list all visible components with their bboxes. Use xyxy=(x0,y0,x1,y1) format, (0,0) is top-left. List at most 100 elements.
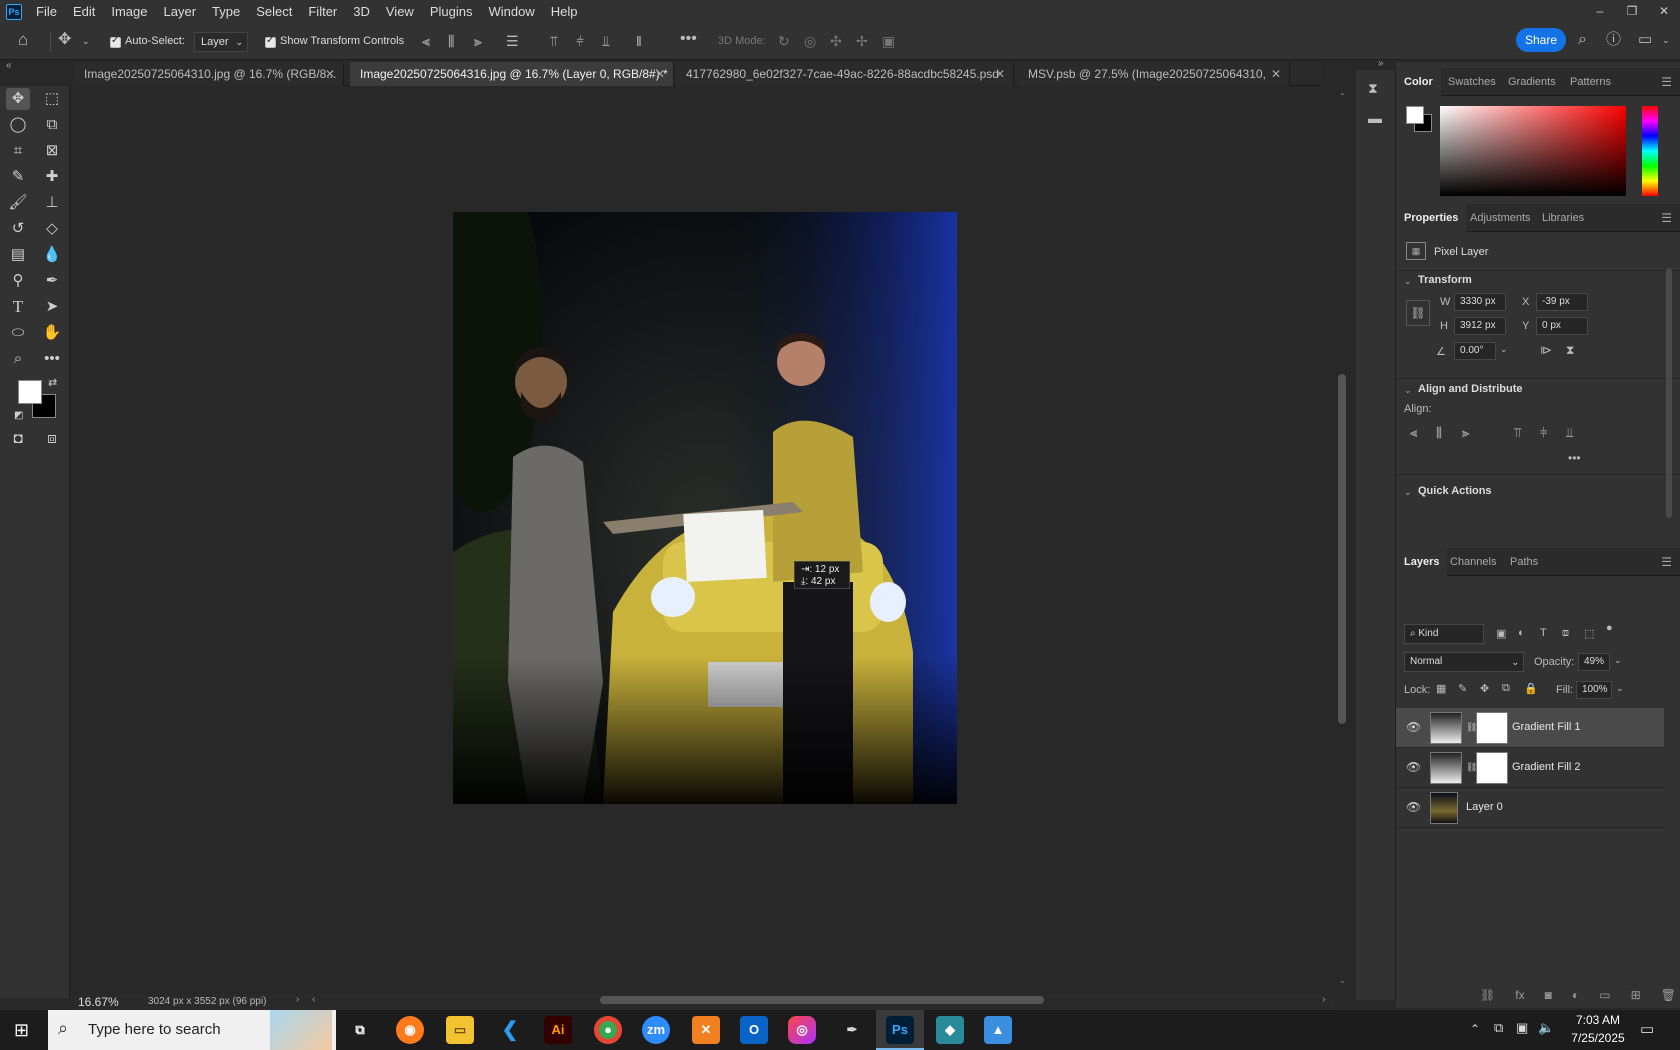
color-field[interactable] xyxy=(1440,106,1626,196)
more-options-icon[interactable]: ••• xyxy=(1568,451,1581,465)
tab-channels[interactable]: Channels xyxy=(1442,548,1504,576)
vertical-scroll-thumb[interactable] xyxy=(1338,374,1346,724)
align-right-icon[interactable]: ⫸ xyxy=(474,33,482,49)
tab-properties[interactable]: Properties xyxy=(1396,204,1467,232)
align-middle-v-icon[interactable]: ⫩ xyxy=(576,33,584,49)
photoshop-taskbar-icon[interactable]: Ps xyxy=(886,1016,914,1044)
search-icon[interactable]: ⌕ xyxy=(1578,32,1587,48)
width-field[interactable]: 3330 px xyxy=(1454,293,1506,311)
menu-window[interactable]: Window xyxy=(480,0,542,24)
ellipse-tool-icon[interactable]: ⬭ xyxy=(6,322,30,344)
align-center-h-icon[interactable]: ⫼ xyxy=(448,33,454,49)
scroll-down-icon[interactable]: ⌄ xyxy=(1339,976,1346,985)
tab-libraries[interactable]: Libraries xyxy=(1534,204,1592,232)
adjustment-layer-icon[interactable]: ◐ xyxy=(1572,988,1579,1004)
swap-colors-icon[interactable]: ⇄ xyxy=(48,376,57,389)
document-canvas[interactable] xyxy=(453,212,957,804)
align-section-title[interactable]: Align and Distribute xyxy=(1418,383,1523,395)
menu-plugins[interactable]: Plugins xyxy=(422,0,481,24)
new-layer-icon[interactable]: ⊞ xyxy=(1631,988,1641,1004)
creative-cloud-icon[interactable]: ◎ xyxy=(788,1016,816,1044)
tab-gradients[interactable]: Gradients xyxy=(1500,68,1564,96)
mask-thumbnail[interactable] xyxy=(1476,752,1508,784)
align-top-icon[interactable]: ⫪ xyxy=(550,33,558,49)
filter-toggle-icon[interactable]: ● xyxy=(1606,622,1613,634)
vertical-scrollbar[interactable]: ⌃ ⌄ xyxy=(1337,92,1347,992)
home-icon[interactable]: ⌂ xyxy=(18,31,28,48)
lock-all-icon[interactable]: 🔒 xyxy=(1524,682,1538,695)
notifications-icon[interactable]: ▭ xyxy=(1640,1020,1654,1038)
menu-select[interactable]: Select xyxy=(248,0,300,24)
chrome-icon[interactable]: ● xyxy=(594,1016,622,1044)
tab-document-3[interactable]: 417762980_6e02f327-7cae-49ac-8226-88acdb… xyxy=(676,62,1014,86)
zoom-tool-icon[interactable]: ⌕ xyxy=(6,348,30,370)
tab-paths[interactable]: Paths xyxy=(1502,548,1546,576)
screen-mode-icon[interactable]: ⧈ xyxy=(40,428,64,450)
angle-field[interactable]: 0.00° xyxy=(1454,342,1496,360)
zoom-icon[interactable]: zm xyxy=(642,1016,670,1044)
close-window-icon[interactable]: ✕ xyxy=(1648,0,1680,24)
properties-scrollbar[interactable] xyxy=(1666,268,1672,518)
horizontal-scroll-thumb[interactable] xyxy=(600,996,1044,1004)
marquee-tool-icon[interactable]: ⬚ xyxy=(40,88,64,110)
foreground-color-chip[interactable] xyxy=(1406,106,1424,124)
menu-file[interactable]: File xyxy=(28,0,65,24)
close-icon[interactable]: ✕ xyxy=(325,62,335,86)
fx-icon[interactable]: fx xyxy=(1515,988,1524,1004)
layer-kind-filter[interactable]: ⌕ Kind xyxy=(1404,624,1484,644)
restore-icon[interactable]: ❐ xyxy=(1616,0,1648,24)
firefox-icon[interactable]: ◉ xyxy=(396,1016,424,1044)
chevron-down-icon[interactable]: ⌄ xyxy=(1404,487,1412,498)
history-panel-icon[interactable]: ⧗ xyxy=(1368,80,1378,96)
comments-panel-icon[interactable]: ▬ xyxy=(1368,110,1382,126)
align-center-h-icon[interactable]: ⫼ xyxy=(1436,425,1442,441)
opacity-field[interactable]: 49% xyxy=(1578,653,1610,671)
close-icon[interactable]: ✕ xyxy=(995,62,1005,86)
delete-layer-icon[interactable]: 🗑 xyxy=(1661,988,1676,1004)
zoom-level[interactable]: 16.67% xyxy=(78,995,119,1009)
close-icon[interactable]: ✕ xyxy=(1271,62,1281,86)
filter-pixel-icon[interactable]: ▣ xyxy=(1496,627,1506,640)
vscode-icon[interactable]: ❮ xyxy=(496,1016,524,1044)
outlook-icon[interactable]: O xyxy=(740,1016,768,1044)
transform-section-title[interactable]: Transform xyxy=(1418,274,1472,286)
default-colors-icon[interactable]: ◩ xyxy=(14,410,23,421)
menu-3d[interactable]: 3D xyxy=(345,0,378,24)
gradient-tool-icon[interactable]: ▤ xyxy=(6,244,30,266)
tray-app-icon[interactable]: ⧉ xyxy=(1494,1020,1503,1036)
illustrator-icon[interactable]: Ai xyxy=(544,1016,572,1044)
new-group-icon[interactable]: ▭ xyxy=(1599,988,1610,1004)
visibility-eye-icon[interactable]: 👁 xyxy=(1406,760,1421,774)
dodge-tool-icon[interactable]: ⚲ xyxy=(6,270,30,292)
chevron-down-icon[interactable]: ⌄ xyxy=(1500,344,1508,355)
taskbar-time[interactable]: 7:03 AM xyxy=(1568,1013,1628,1027)
flip-horizontal-icon[interactable]: ⧐ xyxy=(1540,343,1552,357)
tab-swatches[interactable]: Swatches xyxy=(1440,68,1504,96)
x-field[interactable]: -39 px xyxy=(1536,293,1588,311)
tray-chevron-up-icon[interactable]: ⌃ xyxy=(1470,1022,1480,1036)
close-icon[interactable]: ✕ xyxy=(655,62,665,86)
blend-mode-dropdown[interactable]: Normal ⌄ xyxy=(1404,652,1524,672)
scroll-up-icon[interactable]: ⌃ xyxy=(1339,92,1346,101)
taskbar-date[interactable]: 7/25/2025 xyxy=(1564,1031,1632,1045)
quick-mask-icon[interactable]: ◘ xyxy=(6,428,30,450)
stamp-tool-icon[interactable]: ⊥ xyxy=(40,192,64,214)
chevron-right-icon[interactable]: › xyxy=(296,994,299,1005)
panel-menu-icon[interactable]: ☰ xyxy=(1661,555,1672,569)
tab-document-1[interactable]: Image20250725064310.jpg @ 16.7% (RGB/8..… xyxy=(74,62,344,86)
tab-color[interactable]: Color xyxy=(1396,68,1441,96)
move-tool-icon[interactable]: ✥ xyxy=(6,88,30,110)
help-icon[interactable]: ⓘ xyxy=(1606,32,1621,48)
lock-image-icon[interactable]: ✎ xyxy=(1458,682,1467,695)
app-diamond-icon[interactable]: ◆ xyxy=(936,1016,964,1044)
tab-adjustments[interactable]: Adjustments xyxy=(1462,204,1539,232)
lasso-tool-icon[interactable]: ◯ xyxy=(6,114,30,136)
share-button[interactable]: Share xyxy=(1516,28,1566,52)
windows-start-icon[interactable]: ⊞ xyxy=(14,1020,29,1041)
volume-icon[interactable]: 🔈 xyxy=(1538,1020,1554,1036)
path-select-tool-icon[interactable]: ➤ xyxy=(40,296,64,318)
auto-select-checkbox[interactable] xyxy=(110,35,121,49)
foreground-color-swatch-top[interactable] xyxy=(18,380,42,404)
menu-image[interactable]: Image xyxy=(103,0,155,24)
add-mask-icon[interactable]: ◙ xyxy=(1545,988,1552,1004)
